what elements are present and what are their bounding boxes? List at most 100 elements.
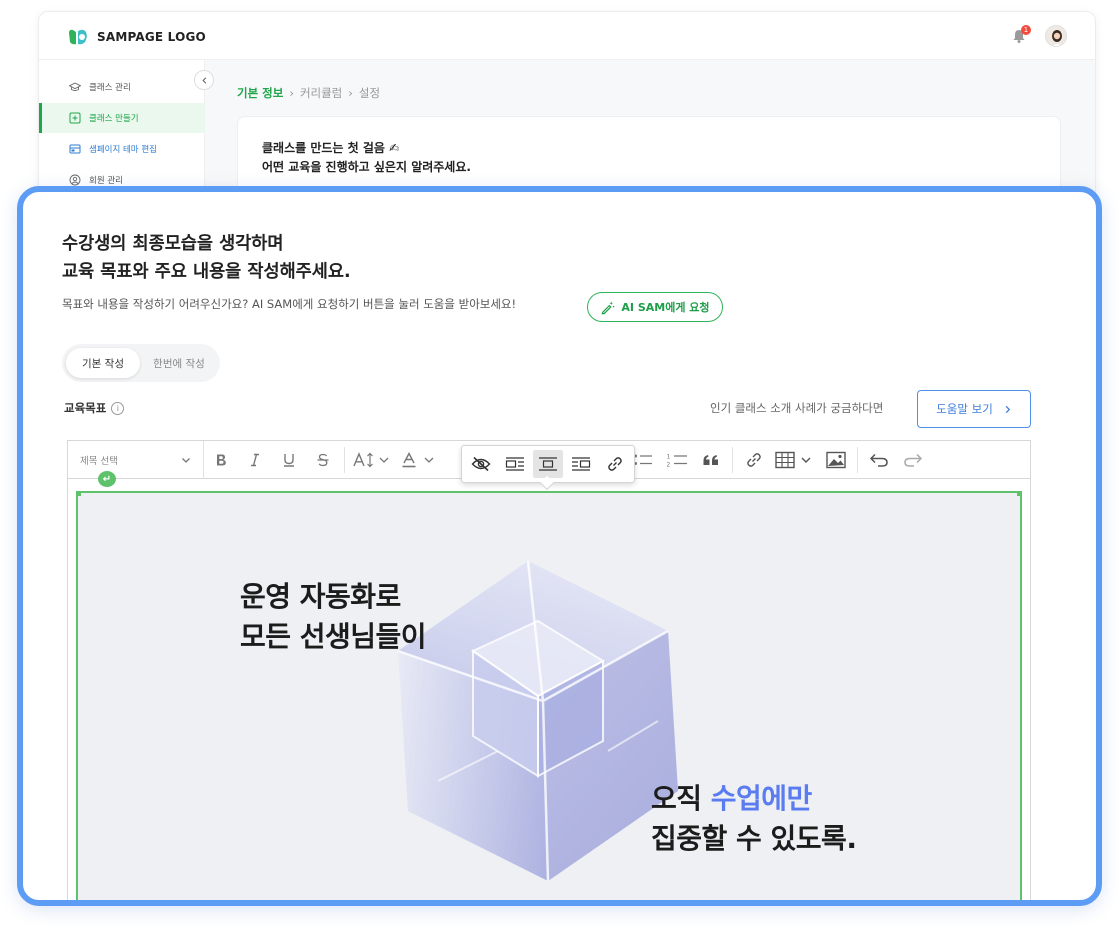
panel-subtext: 목표와 내용을 작성하기 어려우신가요? AI SAM에게 요청하기 버튼을 눌… — [62, 297, 517, 311]
align-right-wrap-icon — [572, 457, 591, 471]
resize-handle-top-right[interactable] — [1017, 493, 1020, 496]
blockquote-button[interactable] — [694, 441, 728, 479]
banner-line-3-accent: 수업에만 — [710, 782, 813, 815]
toolbar-divider — [857, 446, 858, 473]
info-icon[interactable]: i — [111, 401, 125, 415]
editor-content[interactable]: ↵ 운영 자동화로 모든 선생님들이 오직 수업에만 집중할 수 있도록. — [68, 471, 1030, 900]
align-right-wrap-button[interactable] — [566, 450, 596, 478]
breadcrumb-step-basic[interactable]: 기본 정보 — [237, 85, 283, 101]
magic-pen-icon — [601, 300, 615, 314]
resize-handle-top-left[interactable] — [78, 493, 81, 496]
heading-select-value: 제목 선택 — [80, 455, 118, 467]
panel-heading-line-1: 수강생의 최종모습을 생각하며 — [62, 234, 284, 254]
logo[interactable]: SAMPAGE LOGO — [67, 27, 206, 47]
chevron-left-icon — [201, 76, 206, 84]
image-button[interactable] — [819, 441, 853, 479]
hide-caption-button[interactable] — [466, 450, 496, 478]
breadcrumb-step-settings[interactable]: 설정 — [359, 85, 380, 101]
redo-button[interactable] — [896, 441, 930, 479]
undo-button[interactable] — [862, 441, 896, 479]
sidebar-item-class-create[interactable]: 클래스 만들기 — [39, 103, 205, 133]
font-size-icon — [353, 451, 389, 467]
heading-select[interactable]: 제목 선택 — [68, 440, 204, 479]
breadcrumb: 기본 정보 › 커리큘럼 › 설정 — [237, 85, 380, 101]
notification-button[interactable]: 1 — [1011, 25, 1031, 44]
avatar[interactable] — [1045, 25, 1067, 47]
tab-write-at-once[interactable]: 한번에 작성 — [142, 348, 216, 378]
selected-banner-image[interactable]: 운영 자동화로 모든 선생님들이 오직 수업에만 집중할 수 있도록. — [76, 491, 1022, 900]
align-center-button[interactable] — [532, 450, 564, 478]
sidebar-item-label: 클래스 관리 — [89, 83, 131, 93]
banner-line-4: 집중할 수 있도록. — [651, 822, 857, 855]
table-icon — [775, 451, 811, 468]
align-left-wrap-icon — [505, 457, 524, 471]
undo-icon — [869, 453, 888, 467]
underline-button[interactable] — [272, 441, 306, 479]
help-text: 인기 클래스 소개 사례가 궁금하다면 — [710, 401, 884, 415]
ai-sam-request-label: AI SAM에게 요청 — [621, 301, 710, 314]
top-header: SAMPAGE LOGO 1 — [39, 12, 1095, 60]
logo-text: SAMPAGE LOGO — [97, 30, 206, 44]
quote-icon — [703, 454, 718, 465]
intro-line-1: 클래스를 만드는 첫 걸음 ✍ — [262, 141, 400, 155]
numbered-list-button[interactable]: 12 — [660, 441, 694, 479]
numbered-list-icon: 12 — [667, 453, 687, 468]
ai-sam-request-button[interactable]: AI SAM에게 요청 — [587, 292, 723, 322]
field-label-text: 교육목표 — [64, 401, 107, 415]
user-circle-icon — [69, 174, 81, 186]
toolbar-divider — [344, 446, 345, 473]
underline-icon — [284, 453, 294, 467]
sidebar-item-theme-edit[interactable]: 샘페이지 테마 편집 — [39, 134, 205, 164]
chevron-right-icon — [1005, 405, 1010, 413]
image-icon — [826, 451, 846, 468]
help-button-label: 도움말 보기 — [936, 402, 993, 416]
help-button[interactable]: 도움말 보기 — [917, 390, 1031, 428]
banner-headline-2: 오직 수업에만 집중할 수 있도록. — [651, 779, 857, 859]
panel-heading-line-2: 교육 목표와 주요 내용을 작성해주세요. — [62, 262, 351, 282]
font-color-button[interactable] — [397, 441, 443, 479]
banner-line-3: 오직 수업에만 — [651, 779, 856, 819]
toolbar-divider — [732, 446, 733, 473]
sidebar-collapse-button[interactable] — [194, 70, 214, 90]
breadcrumb-step-curriculum[interactable]: 커리큘럼 — [300, 85, 342, 101]
font-size-button[interactable] — [349, 441, 397, 479]
rich-text-editor: 제목 선택 1 2 ↵ 운영 자동화로 모든 선생님들이 오직 수업에만 집중할… — [67, 440, 1031, 900]
image-link-button[interactable] — [600, 450, 630, 478]
italic-button[interactable] — [238, 441, 272, 479]
redo-icon — [904, 453, 923, 467]
link-icon — [747, 452, 761, 467]
align-center-icon — [539, 457, 558, 471]
banner-headline-1: 운영 자동화로 모든 선생님들이 — [240, 577, 427, 657]
notification-badge: 1 — [1021, 25, 1031, 35]
strikethrough-button[interactable] — [306, 441, 340, 479]
italic-icon — [251, 453, 259, 466]
sidebar-item-label: 회원 관리 — [89, 176, 123, 186]
sidebar-item-label: 샘페이지 테마 편집 — [89, 145, 157, 155]
banner-line-2: 모든 선생님들이 — [240, 620, 427, 653]
bold-icon — [217, 454, 226, 465]
intro-line-2: 어떤 교육을 진행하고 싶은지 알려주세요. — [262, 160, 471, 174]
graduation-cap-icon — [69, 82, 81, 91]
highlight-panel: 수강생의 최종모습을 생각하며 교육 목표와 주요 내용을 작성해주세요. 목표… — [17, 186, 1102, 906]
svg-text:1: 1 — [667, 453, 671, 460]
strikethrough-icon — [317, 453, 329, 466]
tab-basic-write[interactable]: 기본 작성 — [66, 348, 140, 378]
sidebar-item-class-manage[interactable]: 클래스 관리 — [39, 72, 205, 102]
add-square-icon — [69, 112, 81, 124]
chevron-right-icon: › — [348, 86, 353, 100]
banner-line-3-plain: 오직 — [651, 782, 711, 815]
field-label-goal: 교육목표 i — [64, 400, 125, 416]
logo-icon — [69, 29, 87, 45]
write-mode-tabs: 기본 작성 한번에 작성 — [62, 344, 220, 382]
link-button[interactable] — [737, 441, 771, 479]
image-floating-toolbar — [461, 445, 635, 491]
sidebar-item-label: 클래스 만들기 — [89, 114, 139, 124]
insert-paragraph-icon[interactable]: ↵ — [98, 471, 116, 487]
panel-heading: 수강생의 최종모습을 생각하며 교육 목표와 주요 내용을 작성해주세요. — [62, 230, 351, 286]
bold-button[interactable] — [204, 441, 238, 479]
banner-line-1: 운영 자동화로 — [240, 580, 401, 613]
eye-off-icon — [471, 456, 491, 472]
align-left-wrap-button[interactable] — [499, 450, 529, 478]
layout-icon — [69, 144, 81, 154]
table-button[interactable] — [771, 441, 819, 479]
